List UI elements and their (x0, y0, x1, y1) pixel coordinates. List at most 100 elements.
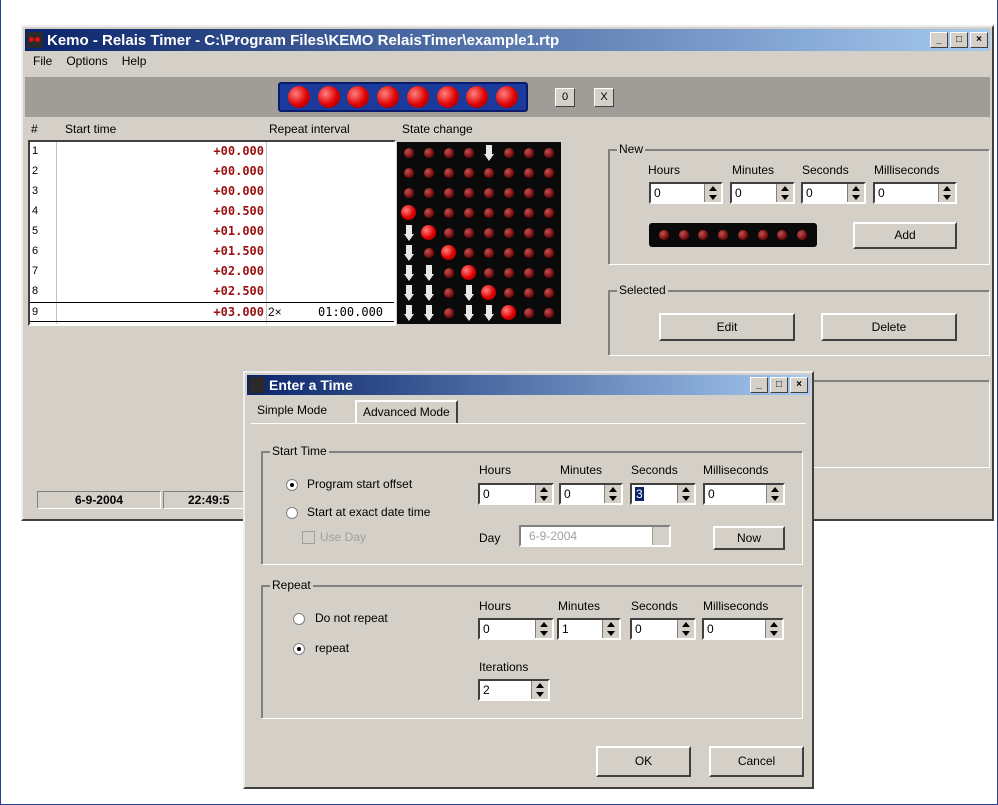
state-cell[interactable] (499, 283, 519, 303)
state-cell[interactable] (439, 143, 459, 163)
events-list[interactable]: 1 +00.000 2 +00.000 3 +00.000 4 +00.500 5 +01.000… (28, 140, 561, 326)
new-hours-field[interactable]: 0 (649, 182, 723, 204)
table-row[interactable]: 1 +00.000 (30, 142, 394, 162)
spinner-arrows-icon[interactable] (531, 681, 548, 699)
new-milliseconds-field[interactable]: 0 (873, 182, 957, 204)
new-state-led-icon[interactable] (737, 230, 748, 240)
relay-led-icon[interactable] (466, 86, 489, 108)
state-cell[interactable] (479, 263, 499, 283)
cancel-button[interactable]: Cancel (709, 746, 804, 777)
state-cell[interactable] (459, 243, 479, 263)
state-cell[interactable] (499, 223, 519, 243)
state-cell[interactable] (419, 223, 439, 243)
state-cell[interactable] (439, 303, 459, 323)
do-not-repeat-radio[interactable] (293, 613, 305, 625)
state-cell[interactable] (419, 283, 439, 303)
minimize-button[interactable]: _ (930, 32, 948, 48)
state-cell[interactable] (439, 183, 459, 203)
state-cell[interactable] (479, 143, 499, 163)
new-state-led-strip[interactable] (649, 223, 817, 247)
spinner-arrows-icon[interactable] (765, 620, 782, 638)
state-cell[interactable] (519, 303, 539, 323)
state-cell[interactable] (499, 303, 519, 323)
program-start-offset-label[interactable]: Program start offset (307, 477, 412, 491)
state-cell[interactable] (539, 263, 559, 283)
menu-file[interactable]: File (33, 54, 52, 72)
add-button[interactable]: Add (853, 222, 957, 249)
repeat-milliseconds-field[interactable]: 0 (702, 618, 784, 640)
tab-simple-mode[interactable]: Simple Mode (251, 400, 333, 422)
table-row[interactable]: 5 +01.000 (30, 222, 394, 242)
table-row[interactable]: 3 +00.000 (30, 182, 394, 202)
state-cell[interactable] (459, 163, 479, 183)
new-state-led-icon[interactable] (678, 230, 689, 240)
col-header-start-time[interactable]: Start time (65, 122, 116, 136)
repeat-label[interactable]: repeat (315, 641, 349, 655)
start-seconds-field[interactable]: 3 (630, 483, 696, 505)
table-row[interactable]: 2 +00.000 (30, 162, 394, 182)
relay-led-icon[interactable] (287, 86, 310, 108)
new-minutes-field[interactable]: 0 (730, 182, 795, 204)
new-state-led-icon[interactable] (718, 230, 729, 240)
spinner-arrows-icon[interactable] (535, 485, 552, 503)
now-button[interactable]: Now (713, 526, 785, 550)
state-cell[interactable] (539, 283, 559, 303)
spinner-arrows-icon[interactable] (704, 184, 721, 202)
state-cell[interactable] (519, 183, 539, 203)
new-state-led-icon[interactable] (777, 230, 788, 240)
state-cell[interactable] (399, 203, 419, 223)
state-cell[interactable] (439, 163, 459, 183)
state-cell[interactable] (419, 203, 439, 223)
dialog-close-button[interactable]: × (790, 377, 808, 393)
state-cell[interactable] (399, 243, 419, 263)
repeat-minutes-field[interactable]: 1 (557, 618, 621, 640)
day-select[interactable]: 6-9-2004 (519, 525, 671, 547)
state-cell[interactable] (419, 183, 439, 203)
state-cell[interactable] (459, 183, 479, 203)
spinner-arrows-icon[interactable] (776, 184, 793, 202)
state-cell[interactable] (479, 283, 499, 303)
state-cell[interactable] (539, 203, 559, 223)
state-cell[interactable] (399, 163, 419, 183)
spinner-arrows-icon[interactable] (677, 485, 694, 503)
table-row[interactable]: 7 +02.000 (30, 262, 394, 282)
state-cell[interactable] (399, 223, 419, 243)
start-minutes-field[interactable]: 0 (559, 483, 623, 505)
spinner-arrows-icon[interactable] (938, 184, 955, 202)
state-cell[interactable] (459, 143, 479, 163)
new-state-led-icon[interactable] (658, 230, 669, 240)
state-cell[interactable] (519, 143, 539, 163)
state-cell[interactable] (499, 163, 519, 183)
state-cell[interactable] (439, 203, 459, 223)
state-cell[interactable] (459, 223, 479, 243)
state-cell[interactable] (459, 303, 479, 323)
state-cell[interactable] (519, 203, 539, 223)
col-header-state-change[interactable]: State change (402, 122, 473, 136)
state-cell[interactable] (419, 303, 439, 323)
dropdown-arrow-icon[interactable] (652, 527, 669, 545)
start-exact-label[interactable]: Start at exact date time (307, 505, 430, 519)
use-day-checkbox[interactable] (302, 531, 315, 544)
start-milliseconds-field[interactable]: 0 (703, 483, 785, 505)
ok-button[interactable]: OK (596, 746, 691, 777)
tab-advanced-mode[interactable]: Advanced Mode (355, 400, 458, 424)
state-cell[interactable] (419, 263, 439, 283)
spinner-arrows-icon[interactable] (602, 620, 619, 638)
state-cell[interactable] (439, 223, 459, 243)
col-header-repeat-interval[interactable]: Repeat interval (269, 122, 350, 136)
spinner-arrows-icon[interactable] (766, 485, 783, 503)
start-hours-field[interactable]: 0 (478, 483, 554, 505)
state-cell[interactable] (399, 143, 419, 163)
new-seconds-field[interactable]: 0 (801, 182, 866, 204)
repeat-radio[interactable] (293, 643, 305, 655)
state-cell[interactable] (399, 183, 419, 203)
state-cell[interactable] (479, 303, 499, 323)
start-exact-radio[interactable] (286, 507, 298, 519)
state-cell[interactable] (439, 263, 459, 283)
repeat-seconds-field[interactable]: 0 (630, 618, 696, 640)
close-button[interactable]: × (970, 32, 988, 48)
new-state-led-icon[interactable] (797, 230, 808, 240)
delete-button[interactable]: Delete (821, 313, 957, 341)
dialog-titlebar[interactable]: Enter a Time _ □ × (247, 375, 810, 395)
state-cell[interactable] (479, 223, 499, 243)
